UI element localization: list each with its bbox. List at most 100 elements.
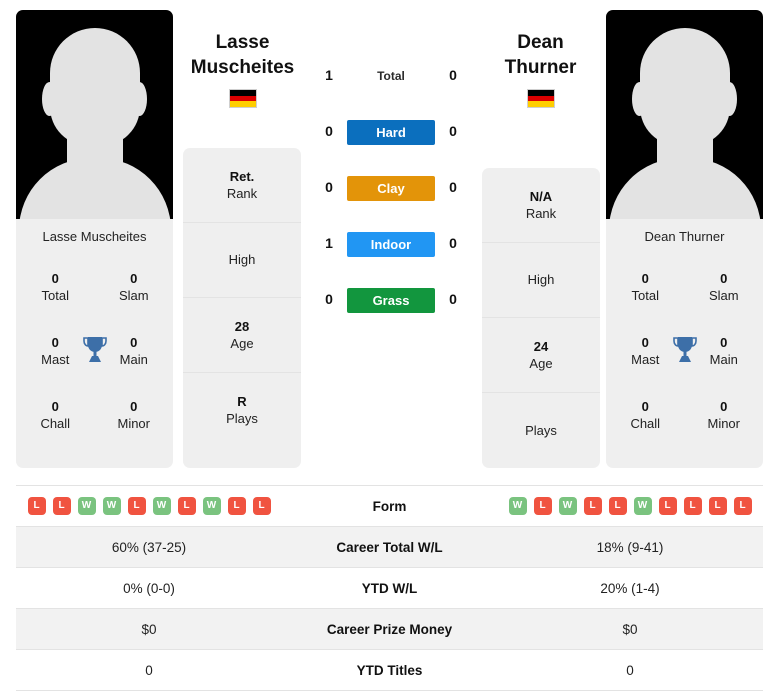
- surface-indoor-right-score: 0: [449, 235, 457, 251]
- career-prize-money-label: Career Prize Money: [326, 621, 453, 637]
- left-titles-total: 0 Total: [16, 263, 95, 327]
- player-comparison-page: Lasse Muscheites 0 Total 0 Slam 0 Mast 0…: [0, 0, 779, 699]
- right-titles-slam-label: Slam: [708, 288, 739, 303]
- surface-row-total: 1 Total 0: [313, 58, 469, 114]
- left-age-value: 28: [234, 318, 250, 334]
- trophy-icon: [672, 337, 697, 362]
- comparison-header-area: Lasse Muscheites 0 Total 0 Slam 0 Mast 0…: [0, 0, 779, 478]
- surface-grass-left-score: 0: [325, 291, 333, 307]
- right-titles-total-label: Total: [631, 288, 659, 303]
- form-badge-win: W: [152, 497, 171, 515]
- surface-total-label: Total: [377, 69, 405, 83]
- left-titles-total-value: 0: [51, 271, 59, 286]
- right-titles-slam: 0 Slam: [685, 263, 764, 327]
- left-titles-slam-label: Slam: [118, 288, 149, 303]
- right-titles-minor-value: 0: [720, 399, 728, 414]
- right-form-strip: WLWLLWLLLL: [497, 497, 763, 515]
- left-titles-row-2: 0 Mast 0 Main: [16, 327, 173, 391]
- surface-row-indoor: 1 Indoor 0: [313, 226, 469, 282]
- left-titles-total-label: Total: [41, 288, 69, 303]
- form-row-label: Form: [372, 498, 407, 514]
- comparison-stats-table: LLWWLWLWLL Form WLWLLWLLLL 60% (37-25) C…: [16, 485, 763, 691]
- left-titles-minor-value: 0: [130, 399, 138, 414]
- left-titles-grid: 0 Total 0 Slam 0 Mast 0 Main 0 Chall 0 M…: [16, 255, 173, 465]
- surface-hard-right-score: 0: [449, 123, 457, 139]
- form-badge-loss: L: [177, 497, 196, 515]
- right-titles-minor: 0 Minor: [685, 391, 764, 455]
- left-titles-minor: 0 Minor: [95, 391, 174, 455]
- right-plays-cell: Plays: [482, 393, 600, 468]
- right-form-cell: WLWLLWLLLL: [497, 497, 763, 515]
- right-career-total-wl: 18% (9-41): [596, 539, 664, 555]
- left-ytd-titles: 0: [145, 662, 153, 678]
- left-player-name-header[interactable]: Lasse Muscheites: [180, 30, 305, 108]
- right-ytd-titles: 0: [626, 662, 634, 678]
- form-badge-loss: L: [658, 497, 677, 515]
- avatar-silhouette-body: [608, 158, 761, 219]
- left-form-cell: LLWWLWLWLL: [16, 497, 282, 515]
- ytd-wl-label: YTD W/L: [361, 580, 418, 596]
- right-player-first-name: Dean: [517, 32, 564, 53]
- left-titles-slam-value: 0: [130, 271, 138, 286]
- right-high-label: High: [527, 272, 555, 287]
- left-player-first-name: Lasse: [215, 32, 270, 53]
- left-titles-chall: 0 Chall: [16, 391, 95, 455]
- form-badge-loss: L: [683, 497, 702, 515]
- right-age-cell: 24 Age: [482, 318, 600, 393]
- form-badge-win: W: [508, 497, 527, 515]
- right-player-photo-name: Dean Thurner: [644, 229, 725, 244]
- left-player-card: Lasse Muscheites 0 Total 0 Slam 0 Mast 0…: [16, 10, 173, 468]
- avatar-silhouette-ear-left: [632, 82, 647, 116]
- form-badge-loss: L: [708, 497, 727, 515]
- right-titles-chall-value: 0: [641, 399, 649, 414]
- right-titles-grid: 0 Total 0 Slam 0 Mast 0 Main 0 Chall 0 M…: [606, 255, 763, 465]
- right-rank-label: Rank: [525, 205, 557, 221]
- left-high-label: High: [228, 252, 256, 267]
- form-badge-loss: L: [608, 497, 627, 515]
- trophy-icon: [82, 337, 107, 362]
- surface-grass-button[interactable]: Grass: [347, 288, 435, 313]
- form-badge-win: W: [202, 497, 221, 515]
- form-badge-loss: L: [252, 497, 271, 515]
- left-form-strip: LLWWLWLWLL: [16, 497, 282, 515]
- surface-h2h-column: 1 Total 0 0 Hard 0 0 Clay 0 1 Indoor 0 0: [313, 58, 469, 338]
- right-age-label: Age: [529, 355, 553, 371]
- avatar-silhouette-ear-right: [132, 82, 147, 116]
- left-player-last-name: Muscheites: [190, 57, 295, 78]
- surface-row-hard: 0 Hard 0: [313, 114, 469, 170]
- right-titles-row-1: 0 Total 0 Slam: [606, 263, 763, 327]
- left-high-cell: High: [183, 223, 301, 298]
- table-row-form: LLWWLWLWLL Form WLWLLWLLLL: [16, 486, 763, 527]
- right-titles-total: 0 Total: [606, 263, 685, 327]
- right-player-photo: [606, 10, 763, 219]
- right-player-name-header[interactable]: Dean Thurner: [478, 30, 603, 108]
- surface-clay-left-score: 0: [325, 179, 333, 195]
- right-info-card: N/A Rank High 24 Age Plays: [482, 168, 600, 468]
- flag-germany-icon: [526, 89, 555, 108]
- right-rank-cell: N/A Rank: [482, 168, 600, 243]
- left-titles-row-3: 0 Chall 0 Minor: [16, 391, 173, 455]
- table-row-ytd-wl: 0% (0-0) YTD W/L 20% (1-4): [16, 568, 763, 609]
- left-age-cell: 28 Age: [183, 298, 301, 373]
- ytd-titles-label: YTD Titles: [356, 662, 423, 678]
- avatar-silhouette-ear-left: [42, 82, 57, 116]
- surface-clay-button[interactable]: Clay: [347, 176, 435, 201]
- right-player-last-name: Thurner: [504, 57, 577, 78]
- surface-indoor-button[interactable]: Indoor: [347, 232, 435, 257]
- form-badge-loss: L: [27, 497, 46, 515]
- left-titles-slam: 0 Slam: [95, 263, 174, 327]
- right-titles-total-value: 0: [641, 271, 649, 286]
- right-high-cell: High: [482, 243, 600, 318]
- left-titles-chall-label: Chall: [40, 416, 71, 431]
- right-career-prize-money: $0: [622, 621, 638, 637]
- right-titles-row-3: 0 Chall 0 Minor: [606, 391, 763, 455]
- left-player-photo: [16, 10, 173, 219]
- surface-hard-button[interactable]: Hard: [347, 120, 435, 145]
- left-ytd-wl: 0% (0-0): [123, 580, 175, 596]
- table-row-ytd-titles: 0 YTD Titles 0: [16, 650, 763, 691]
- right-rank-value: N/A: [529, 188, 553, 204]
- left-plays-label: Plays: [226, 411, 258, 426]
- avatar-silhouette-ear-right: [722, 82, 737, 116]
- left-rank-value: Ret.: [229, 168, 255, 184]
- surface-total-left-score: 1: [325, 67, 333, 83]
